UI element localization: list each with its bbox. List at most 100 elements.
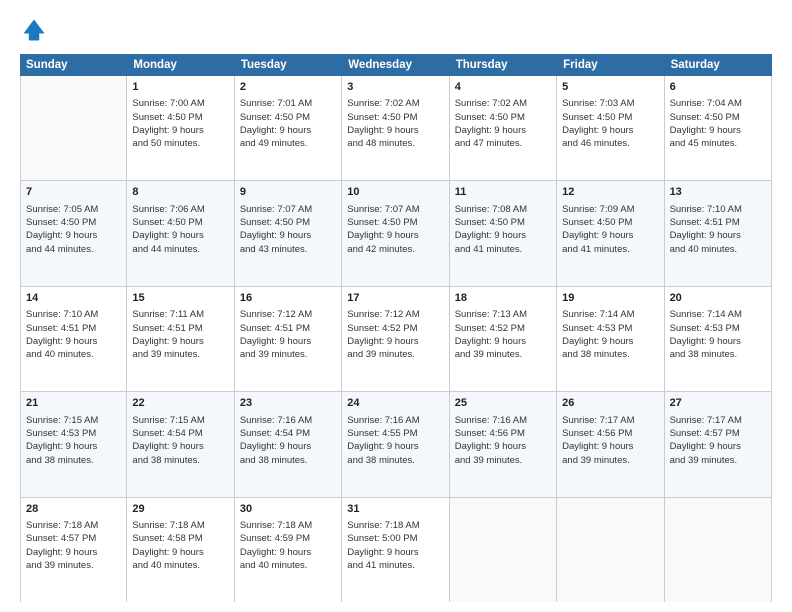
page: SundayMondayTuesdayWednesdayThursdayFrid… [0,0,792,612]
day-info-line: and 48 minutes. [347,137,443,150]
calendar-cell: 7Sunrise: 7:05 AMSunset: 4:50 PMDaylight… [20,181,127,285]
day-number: 4 [455,80,551,95]
calendar-header: SundayMondayTuesdayWednesdayThursdayFrid… [20,54,772,76]
day-number: 2 [240,80,336,95]
day-info-line: Sunrise: 7:10 AM [670,203,766,216]
calendar-day-header: Wednesday [342,54,449,76]
day-info-line: and 39 minutes. [455,454,551,467]
calendar-row: 21Sunrise: 7:15 AMSunset: 4:53 PMDayligh… [20,392,772,497]
calendar-cell: 5Sunrise: 7:03 AMSunset: 4:50 PMDaylight… [557,76,664,180]
day-info-line: and 38 minutes. [240,454,336,467]
calendar-cell: 25Sunrise: 7:16 AMSunset: 4:56 PMDayligh… [450,392,557,496]
day-number: 7 [26,185,121,200]
day-info-line: Daylight: 9 hours [455,124,551,137]
day-info-line: Daylight: 9 hours [26,546,121,559]
day-info-line: and 39 minutes. [26,559,121,572]
day-number: 21 [26,396,121,411]
calendar-cell: 16Sunrise: 7:12 AMSunset: 4:51 PMDayligh… [235,287,342,391]
day-info-line: Sunset: 4:50 PM [562,216,658,229]
day-info-line: Daylight: 9 hours [670,229,766,242]
day-info-line: Daylight: 9 hours [347,335,443,348]
day-info-line: and 44 minutes. [132,243,228,256]
day-info-line: and 41 minutes. [455,243,551,256]
day-info-line: Daylight: 9 hours [670,335,766,348]
day-info-line: Sunset: 4:50 PM [347,111,443,124]
day-info-line: and 41 minutes. [562,243,658,256]
day-info-line: and 38 minutes. [26,454,121,467]
day-info-line: Sunset: 4:52 PM [347,322,443,335]
day-info-line: Daylight: 9 hours [26,335,121,348]
day-info-line: and 38 minutes. [562,348,658,361]
day-info-line: Sunrise: 7:18 AM [240,519,336,532]
day-info-line: Sunset: 4:50 PM [455,216,551,229]
day-info-line: Sunset: 4:59 PM [240,532,336,545]
day-info-line: Sunrise: 7:15 AM [132,414,228,427]
calendar-cell: 28Sunrise: 7:18 AMSunset: 4:57 PMDayligh… [20,498,127,602]
calendar-cell: 9Sunrise: 7:07 AMSunset: 4:50 PMDaylight… [235,181,342,285]
day-number: 27 [670,396,766,411]
calendar-row: 14Sunrise: 7:10 AMSunset: 4:51 PMDayligh… [20,287,772,392]
calendar-cell: 13Sunrise: 7:10 AMSunset: 4:51 PMDayligh… [665,181,772,285]
calendar-row: 7Sunrise: 7:05 AMSunset: 4:50 PMDaylight… [20,181,772,286]
day-info-line: and 38 minutes. [347,454,443,467]
day-info-line: Sunset: 4:50 PM [455,111,551,124]
day-info-line: and 39 minutes. [455,348,551,361]
calendar-cell: 10Sunrise: 7:07 AMSunset: 4:50 PMDayligh… [342,181,449,285]
calendar-body: 1Sunrise: 7:00 AMSunset: 4:50 PMDaylight… [20,76,772,602]
day-info-line: and 38 minutes. [132,454,228,467]
day-info-line: Sunset: 4:51 PM [26,322,121,335]
day-info-line: Daylight: 9 hours [240,440,336,453]
day-info-line: Sunrise: 7:11 AM [132,308,228,321]
day-number: 9 [240,185,336,200]
calendar-cell: 6Sunrise: 7:04 AMSunset: 4:50 PMDaylight… [665,76,772,180]
calendar-cell: 24Sunrise: 7:16 AMSunset: 4:55 PMDayligh… [342,392,449,496]
day-info-line: Daylight: 9 hours [240,546,336,559]
logo [20,16,52,44]
day-info-line: Sunrise: 7:12 AM [240,308,336,321]
day-info-line: Sunset: 4:51 PM [240,322,336,335]
day-info-line: Sunrise: 7:18 AM [347,519,443,532]
calendar-cell: 11Sunrise: 7:08 AMSunset: 4:50 PMDayligh… [450,181,557,285]
day-info-line: Sunset: 4:50 PM [562,111,658,124]
calendar-cell: 22Sunrise: 7:15 AMSunset: 4:54 PMDayligh… [127,392,234,496]
calendar-day-header: Monday [127,54,234,76]
day-info-line: Daylight: 9 hours [240,124,336,137]
day-info-line: Sunset: 4:50 PM [132,216,228,229]
day-info-line: Sunrise: 7:14 AM [670,308,766,321]
day-info-line: and 39 minutes. [562,454,658,467]
day-info-line: and 39 minutes. [347,348,443,361]
day-info-line: Sunrise: 7:07 AM [240,203,336,216]
logo-icon [20,16,48,44]
day-number: 30 [240,502,336,517]
day-info-line: and 49 minutes. [240,137,336,150]
calendar-cell: 21Sunrise: 7:15 AMSunset: 4:53 PMDayligh… [20,392,127,496]
day-number: 31 [347,502,443,517]
day-info-line: Sunrise: 7:06 AM [132,203,228,216]
day-number: 17 [347,291,443,306]
calendar-cell: 12Sunrise: 7:09 AMSunset: 4:50 PMDayligh… [557,181,664,285]
day-info-line: Sunset: 4:54 PM [132,427,228,440]
day-number: 12 [562,185,658,200]
day-number: 8 [132,185,228,200]
calendar-cell: 18Sunrise: 7:13 AMSunset: 4:52 PMDayligh… [450,287,557,391]
day-info-line: Sunset: 4:56 PM [562,427,658,440]
day-info-line: Sunrise: 7:01 AM [240,97,336,110]
day-info-line: Sunset: 4:54 PM [240,427,336,440]
day-info-line: and 41 minutes. [347,559,443,572]
day-info-line: Daylight: 9 hours [240,229,336,242]
calendar-cell: 14Sunrise: 7:10 AMSunset: 4:51 PMDayligh… [20,287,127,391]
day-info-line: Daylight: 9 hours [670,124,766,137]
day-info-line: and 40 minutes. [670,243,766,256]
day-number: 18 [455,291,551,306]
day-info-line: and 44 minutes. [26,243,121,256]
day-info-line: Sunset: 4:52 PM [455,322,551,335]
day-info-line: Daylight: 9 hours [347,440,443,453]
calendar-cell: 19Sunrise: 7:14 AMSunset: 4:53 PMDayligh… [557,287,664,391]
day-info-line: Daylight: 9 hours [455,440,551,453]
day-info-line: Sunrise: 7:16 AM [240,414,336,427]
day-info-line: Sunrise: 7:17 AM [562,414,658,427]
day-info-line: Daylight: 9 hours [26,440,121,453]
day-info-line: and 40 minutes. [26,348,121,361]
day-info-line: Sunset: 4:50 PM [347,216,443,229]
day-info-line: and 39 minutes. [132,348,228,361]
